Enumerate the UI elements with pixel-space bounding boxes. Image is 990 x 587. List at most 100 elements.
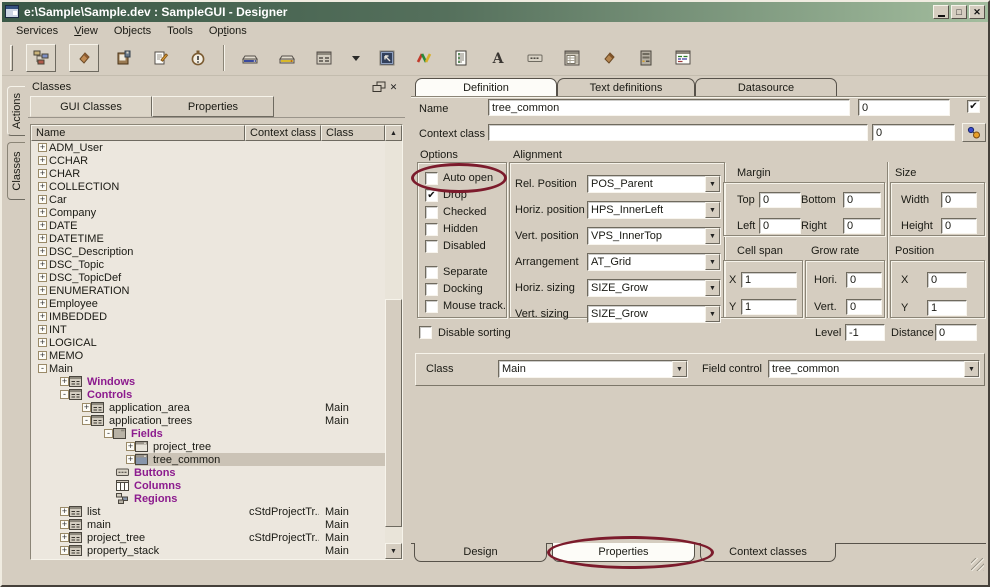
server-icon[interactable] bbox=[634, 46, 658, 70]
drive-blue-icon[interactable] bbox=[238, 46, 262, 70]
size-width-input[interactable]: 0 bbox=[941, 192, 977, 208]
expander-icon[interactable]: + bbox=[38, 299, 47, 308]
expander-icon[interactable]: + bbox=[60, 520, 69, 529]
expander-icon[interactable]: + bbox=[38, 234, 47, 243]
vert-position-dropdown[interactable]: VPS_InnerTop▼ bbox=[587, 227, 721, 245]
tab-text-definitions[interactable]: Text definitions bbox=[557, 78, 695, 96]
name-input[interactable]: tree_common bbox=[488, 99, 850, 116]
horiz-sizing-dropdown[interactable]: SIZE_Grow▼ bbox=[587, 279, 721, 297]
column-header-context-class[interactable]: Context class bbox=[245, 125, 321, 141]
auto-open-checkbox[interactable] bbox=[425, 172, 438, 185]
tab-properties[interactable]: Properties bbox=[552, 543, 695, 562]
panel-arrow-icon[interactable] bbox=[375, 46, 399, 70]
tree-row[interactable]: +tree_common bbox=[31, 453, 385, 466]
chevron-down-icon[interactable]: ▼ bbox=[964, 361, 979, 377]
margin-right-input[interactable]: 0 bbox=[843, 218, 881, 234]
expander-icon[interactable]: + bbox=[38, 260, 47, 269]
tree-row[interactable]: +application_areaMain bbox=[31, 401, 385, 414]
menu-options[interactable]: Options bbox=[201, 24, 255, 38]
disabled-checkbox[interactable] bbox=[425, 240, 438, 253]
disable-sorting-checkbox[interactable] bbox=[419, 326, 432, 339]
tree-row[interactable]: +property_stackMain bbox=[31, 544, 385, 557]
menu-view[interactable]: View bbox=[66, 24, 106, 38]
distance-input[interactable]: 0 bbox=[935, 324, 977, 341]
tree-row[interactable]: -application_treesMain bbox=[31, 414, 385, 427]
expander-icon[interactable]: - bbox=[60, 390, 69, 399]
tree-row[interactable]: -Controls bbox=[31, 388, 385, 401]
expander-icon[interactable]: + bbox=[60, 533, 69, 542]
eraser2-icon[interactable] bbox=[597, 46, 621, 70]
level-input[interactable]: -1 bbox=[845, 324, 885, 341]
close-icon[interactable]: ✕ bbox=[386, 81, 401, 94]
margin-top-input[interactable]: 0 bbox=[759, 192, 801, 208]
expander-icon[interactable]: + bbox=[38, 325, 47, 334]
dock-tab-classes[interactable]: Classes bbox=[7, 142, 25, 200]
expander-icon[interactable]: + bbox=[126, 442, 135, 451]
tree-row[interactable]: +project_treecStdProjectTr...Main bbox=[31, 531, 385, 544]
expander-icon[interactable]: + bbox=[38, 338, 47, 347]
expander-icon[interactable]: + bbox=[38, 182, 47, 191]
float-icon[interactable] bbox=[371, 81, 386, 94]
ribbon-icon[interactable] bbox=[412, 46, 436, 70]
font-icon[interactable]: A bbox=[486, 46, 510, 70]
dock-tab-actions[interactable]: Actions bbox=[7, 86, 25, 136]
report-icon[interactable] bbox=[449, 46, 473, 70]
form-window-icon[interactable] bbox=[312, 46, 336, 70]
menu-tools[interactable]: Tools bbox=[159, 24, 201, 38]
chevron-down-icon[interactable]: ▼ bbox=[672, 361, 687, 377]
chevron-down-icon[interactable]: ▼ bbox=[705, 306, 720, 322]
drive-yellow-icon[interactable] bbox=[275, 46, 299, 70]
expander-icon[interactable]: + bbox=[38, 195, 47, 204]
tab-datasource[interactable]: Datasource bbox=[695, 78, 837, 96]
context-class-input[interactable] bbox=[488, 124, 868, 141]
checked-checkbox[interactable] bbox=[425, 206, 438, 219]
position-y-input[interactable]: 1 bbox=[927, 300, 967, 316]
tree-row[interactable]: +MEMO bbox=[31, 349, 385, 362]
name-checkbox[interactable]: ✔ bbox=[967, 100, 980, 113]
tab-definition[interactable]: Definition bbox=[415, 78, 557, 96]
arrangement-dropdown[interactable]: AT_Grid▼ bbox=[587, 253, 721, 271]
chevron-down-icon[interactable]: ▼ bbox=[705, 176, 720, 192]
separate-checkbox[interactable] bbox=[425, 266, 438, 279]
rel-position-dropdown[interactable]: POS_Parent▼ bbox=[587, 175, 721, 193]
eraser-icon[interactable] bbox=[69, 44, 99, 72]
tree-row[interactable]: +Windows bbox=[31, 375, 385, 388]
tree-row[interactable]: +IMBEDDED bbox=[31, 310, 385, 323]
tree-row[interactable]: +listcStdProjectTr...Main bbox=[31, 505, 385, 518]
button-widget-icon[interactable] bbox=[523, 46, 547, 70]
tab-design[interactable]: Design bbox=[414, 543, 547, 562]
expander-icon[interactable]: + bbox=[60, 377, 69, 386]
tree-row[interactable]: +ENUMERATION bbox=[31, 284, 385, 297]
cell-span-y-input[interactable]: 1 bbox=[741, 299, 797, 315]
tree-row[interactable]: +INT bbox=[31, 323, 385, 336]
toolbar-handle[interactable] bbox=[10, 45, 13, 71]
tree-row[interactable]: +LOGICAL bbox=[31, 336, 385, 349]
name-aux-input[interactable]: 0 bbox=[858, 99, 950, 116]
tree-row[interactable]: Columns bbox=[31, 479, 385, 492]
expander-icon[interactable]: + bbox=[126, 455, 135, 464]
class-hierarchy-icon[interactable] bbox=[26, 44, 56, 72]
tree-row[interactable]: -Main bbox=[31, 362, 385, 375]
expander-icon[interactable]: + bbox=[38, 312, 47, 321]
scroll-up-icon[interactable]: ▲ bbox=[385, 125, 402, 141]
tree-scrollbar[interactable]: ▼ bbox=[385, 141, 402, 559]
tree-row[interactable]: Regions bbox=[31, 492, 385, 505]
chevron-down-icon[interactable]: ▼ bbox=[705, 228, 720, 244]
size-height-input[interactable]: 0 bbox=[941, 218, 977, 234]
expander-icon[interactable]: + bbox=[38, 247, 47, 256]
expander-icon[interactable]: + bbox=[38, 286, 47, 295]
column-header-class[interactable]: Class bbox=[321, 125, 385, 141]
mouse-track-checkbox[interactable] bbox=[425, 300, 438, 313]
field-control-dropdown[interactable]: tree_common ▼ bbox=[768, 360, 980, 378]
tree-row[interactable]: Buttons bbox=[31, 466, 385, 479]
context-aux-input[interactable]: 0 bbox=[872, 124, 955, 141]
menu-services[interactable]: Services bbox=[8, 24, 66, 38]
expander-icon[interactable]: + bbox=[60, 507, 69, 516]
position-x-input[interactable]: 0 bbox=[927, 272, 967, 288]
horiz-position-dropdown[interactable]: HPS_InnerLeft▼ bbox=[587, 201, 721, 219]
save-book-icon[interactable] bbox=[112, 46, 136, 70]
drop-checkbox[interactable]: ✔ bbox=[425, 189, 438, 202]
column-header-name[interactable]: Name bbox=[31, 125, 245, 141]
window-minimize-icon[interactable] bbox=[933, 5, 949, 19]
docking-checkbox[interactable] bbox=[425, 283, 438, 296]
